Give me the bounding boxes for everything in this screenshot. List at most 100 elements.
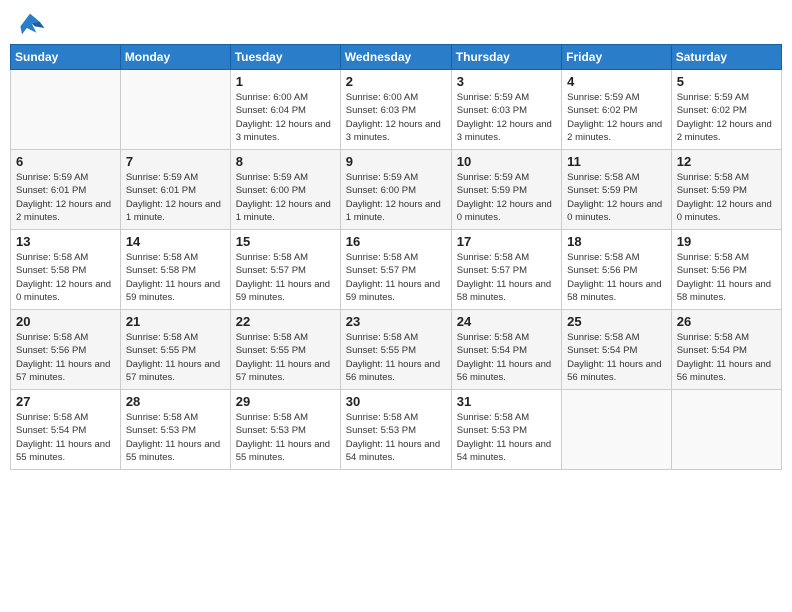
calendar-cell: 25 Sunrise: 5:58 AM Sunset: 5:54 PM Dayli… bbox=[562, 310, 672, 390]
day-info: Sunrise: 5:59 AM Sunset: 6:02 PM Dayligh… bbox=[567, 91, 666, 144]
day-info: Sunrise: 5:59 AM Sunset: 6:02 PM Dayligh… bbox=[677, 91, 776, 144]
calendar-cell: 4 Sunrise: 5:59 AM Sunset: 6:02 PM Daylig… bbox=[562, 70, 672, 150]
calendar-cell: 11 Sunrise: 5:58 AM Sunset: 5:59 PM Dayli… bbox=[562, 150, 672, 230]
day-number: 11 bbox=[567, 154, 666, 169]
calendar-cell: 21 Sunrise: 5:58 AM Sunset: 5:55 PM Dayli… bbox=[120, 310, 230, 390]
calendar-table: SundayMondayTuesdayWednesdayThursdayFrid… bbox=[10, 44, 782, 470]
calendar-cell: 14Sunrise: 5:58 AM Sunset: 5:58 PM Dayli… bbox=[120, 230, 230, 310]
day-info: Sunrise: 5:58 AM Sunset: 5:54 PM Dayligh… bbox=[677, 331, 776, 384]
calendar-cell: 13Sunrise: 5:58 AM Sunset: 5:58 PM Dayli… bbox=[11, 230, 121, 310]
day-info: Sunrise: 5:58 AM Sunset: 5:53 PM Dayligh… bbox=[457, 411, 556, 464]
logo-icon bbox=[14, 10, 46, 38]
day-info: Sunrise: 5:58 AM Sunset: 5:55 PM Dayligh… bbox=[126, 331, 225, 384]
day-number: 30 bbox=[346, 394, 446, 409]
day-number: 5 bbox=[677, 74, 776, 89]
day-number: 28 bbox=[126, 394, 225, 409]
day-number: 15 bbox=[236, 234, 335, 249]
day-info: Sunrise: 5:58 AM Sunset: 5:55 PM Dayligh… bbox=[346, 331, 446, 384]
day-info: Sunrise: 5:58 AM Sunset: 5:57 PM Dayligh… bbox=[457, 251, 556, 304]
day-info: Sunrise: 5:59 AM Sunset: 6:01 PM Dayligh… bbox=[126, 171, 225, 224]
day-info: Sunrise: 5:58 AM Sunset: 5:57 PM Dayligh… bbox=[236, 251, 335, 304]
day-info: Sunrise: 5:59 AM Sunset: 6:00 PM Dayligh… bbox=[236, 171, 335, 224]
calendar-cell: 23 Sunrise: 5:58 AM Sunset: 5:55 PM Dayli… bbox=[340, 310, 451, 390]
calendar-cell: 26 Sunrise: 5:58 AM Sunset: 5:54 PM Dayli… bbox=[671, 310, 781, 390]
day-number: 8 bbox=[236, 154, 335, 169]
day-info: Sunrise: 5:58 AM Sunset: 5:59 PM Dayligh… bbox=[567, 171, 666, 224]
weekday-header-tuesday: Tuesday bbox=[230, 45, 340, 70]
calendar-cell: 30 Sunrise: 5:58 AM Sunset: 5:53 PM Dayli… bbox=[340, 390, 451, 470]
calendar-cell: 15 Sunrise: 5:58 AM Sunset: 5:57 PM Dayli… bbox=[230, 230, 340, 310]
day-info: Sunrise: 5:59 AM Sunset: 6:01 PM Dayligh… bbox=[16, 171, 115, 224]
calendar-cell: 8 Sunrise: 5:59 AM Sunset: 6:00 PM Daylig… bbox=[230, 150, 340, 230]
day-info: Sunrise: 5:58 AM Sunset: 5:54 PM Dayligh… bbox=[567, 331, 666, 384]
calendar-cell: 31 Sunrise: 5:58 AM Sunset: 5:53 PM Dayli… bbox=[451, 390, 561, 470]
day-number: 23 bbox=[346, 314, 446, 329]
day-number: 17 bbox=[457, 234, 556, 249]
calendar-cell: 17 Sunrise: 5:58 AM Sunset: 5:57 PM Dayli… bbox=[451, 230, 561, 310]
calendar-cell: 5 Sunrise: 5:59 AM Sunset: 6:02 PM Daylig… bbox=[671, 70, 781, 150]
weekday-header-friday: Friday bbox=[562, 45, 672, 70]
calendar-cell: 19 Sunrise: 5:58 AM Sunset: 5:56 PM Dayli… bbox=[671, 230, 781, 310]
day-number: 7 bbox=[126, 154, 225, 169]
day-number: 25 bbox=[567, 314, 666, 329]
calendar-cell: 12 Sunrise: 5:58 AM Sunset: 5:59 PM Dayli… bbox=[671, 150, 781, 230]
calendar-cell: 9Sunrise: 5:59 AM Sunset: 6:00 PM Daylig… bbox=[340, 150, 451, 230]
calendar-cell bbox=[562, 390, 672, 470]
day-info: Sunrise: 5:58 AM Sunset: 5:59 PM Dayligh… bbox=[677, 171, 776, 224]
calendar-week-row: 27Sunrise: 5:58 AM Sunset: 5:54 PM Dayli… bbox=[11, 390, 782, 470]
day-number: 2 bbox=[346, 74, 446, 89]
day-number: 10 bbox=[457, 154, 556, 169]
day-number: 12 bbox=[677, 154, 776, 169]
logo bbox=[14, 10, 50, 38]
day-number: 18 bbox=[567, 234, 666, 249]
day-number: 3 bbox=[457, 74, 556, 89]
day-info: Sunrise: 5:58 AM Sunset: 5:53 PM Dayligh… bbox=[236, 411, 335, 464]
calendar-week-row: 1 Sunrise: 6:00 AM Sunset: 6:04 PM Daylig… bbox=[11, 70, 782, 150]
calendar-week-row: 13Sunrise: 5:58 AM Sunset: 5:58 PM Dayli… bbox=[11, 230, 782, 310]
day-info: Sunrise: 5:58 AM Sunset: 5:53 PM Dayligh… bbox=[346, 411, 446, 464]
day-info: Sunrise: 5:59 AM Sunset: 6:00 PM Dayligh… bbox=[346, 171, 446, 224]
weekday-header-thursday: Thursday bbox=[451, 45, 561, 70]
calendar-cell: 7 Sunrise: 5:59 AM Sunset: 6:01 PM Daylig… bbox=[120, 150, 230, 230]
day-number: 27 bbox=[16, 394, 115, 409]
day-info: Sunrise: 6:00 AM Sunset: 6:03 PM Dayligh… bbox=[346, 91, 446, 144]
calendar-cell: 6Sunrise: 5:59 AM Sunset: 6:01 PM Daylig… bbox=[11, 150, 121, 230]
calendar-cell: 3 Sunrise: 5:59 AM Sunset: 6:03 PM Daylig… bbox=[451, 70, 561, 150]
day-number: 4 bbox=[567, 74, 666, 89]
calendar-cell: 18 Sunrise: 5:58 AM Sunset: 5:56 PM Dayli… bbox=[562, 230, 672, 310]
calendar-cell: 22Sunrise: 5:58 AM Sunset: 5:55 PM Dayli… bbox=[230, 310, 340, 390]
day-number: 14 bbox=[126, 234, 225, 249]
calendar-cell: 2 Sunrise: 6:00 AM Sunset: 6:03 PM Daylig… bbox=[340, 70, 451, 150]
day-info: Sunrise: 5:58 AM Sunset: 5:56 PM Dayligh… bbox=[677, 251, 776, 304]
calendar-cell bbox=[11, 70, 121, 150]
day-info: Sunrise: 5:58 AM Sunset: 5:56 PM Dayligh… bbox=[16, 331, 115, 384]
day-number: 20 bbox=[16, 314, 115, 329]
calendar-cell: 29 Sunrise: 5:58 AM Sunset: 5:53 PM Dayli… bbox=[230, 390, 340, 470]
calendar-week-row: 20 Sunrise: 5:58 AM Sunset: 5:56 PM Dayli… bbox=[11, 310, 782, 390]
day-info: Sunrise: 5:59 AM Sunset: 5:59 PM Dayligh… bbox=[457, 171, 556, 224]
calendar-cell: 24Sunrise: 5:58 AM Sunset: 5:54 PM Dayli… bbox=[451, 310, 561, 390]
day-info: Sunrise: 6:00 AM Sunset: 6:04 PM Dayligh… bbox=[236, 91, 335, 144]
day-info: Sunrise: 5:59 AM Sunset: 6:03 PM Dayligh… bbox=[457, 91, 556, 144]
calendar-cell: 10 Sunrise: 5:59 AM Sunset: 5:59 PM Dayli… bbox=[451, 150, 561, 230]
day-number: 26 bbox=[677, 314, 776, 329]
calendar-cell: 1 Sunrise: 6:00 AM Sunset: 6:04 PM Daylig… bbox=[230, 70, 340, 150]
day-number: 16 bbox=[346, 234, 446, 249]
day-number: 21 bbox=[126, 314, 225, 329]
header bbox=[10, 10, 782, 38]
calendar-cell: 27Sunrise: 5:58 AM Sunset: 5:54 PM Dayli… bbox=[11, 390, 121, 470]
calendar-cell: 28 Sunrise: 5:58 AM Sunset: 5:53 PM Dayli… bbox=[120, 390, 230, 470]
calendar-cell: 16Sunrise: 5:58 AM Sunset: 5:57 PM Dayli… bbox=[340, 230, 451, 310]
day-number: 22 bbox=[236, 314, 335, 329]
weekday-header-sunday: Sunday bbox=[11, 45, 121, 70]
day-number: 24 bbox=[457, 314, 556, 329]
day-info: Sunrise: 5:58 AM Sunset: 5:56 PM Dayligh… bbox=[567, 251, 666, 304]
calendar-header-row: SundayMondayTuesdayWednesdayThursdayFrid… bbox=[11, 45, 782, 70]
day-number: 1 bbox=[236, 74, 335, 89]
day-info: Sunrise: 5:58 AM Sunset: 5:53 PM Dayligh… bbox=[126, 411, 225, 464]
weekday-header-wednesday: Wednesday bbox=[340, 45, 451, 70]
day-number: 19 bbox=[677, 234, 776, 249]
day-number: 31 bbox=[457, 394, 556, 409]
day-number: 29 bbox=[236, 394, 335, 409]
calendar-cell bbox=[671, 390, 781, 470]
